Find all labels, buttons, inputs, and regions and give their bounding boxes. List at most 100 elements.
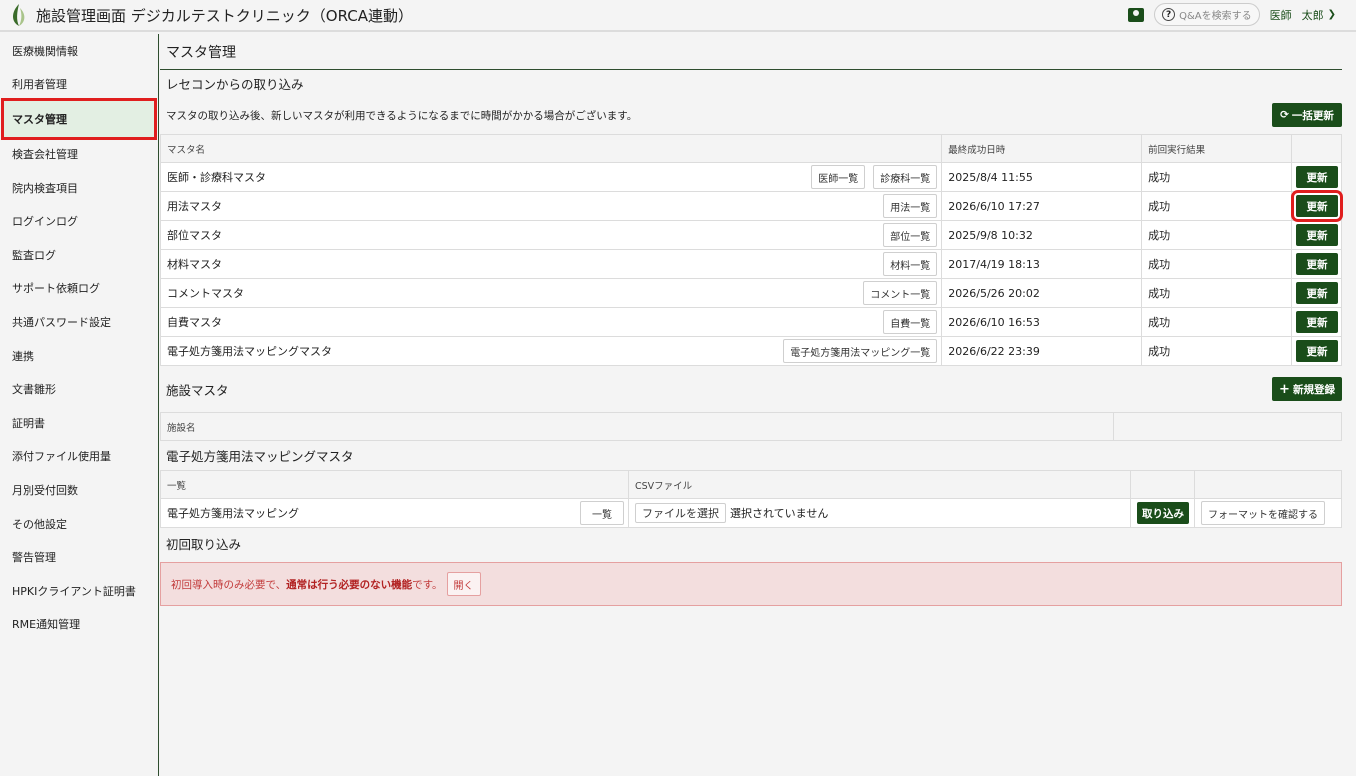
sidebar: 医療機関情報 利用者管理 マスタ管理 検査会社管理 院内検査項目 ログインログ 監査ログ サポ… bbox=[0, 34, 159, 776]
master-name-cell: 自費マスタ 自費一覧 bbox=[159, 307, 943, 337]
master-name: 電子処方箋用法マッピングマスタ bbox=[167, 345, 332, 358]
update-cell: 更新 bbox=[1290, 249, 1343, 279]
initial-import-heading: 初回取り込み bbox=[166, 536, 242, 552]
last-success-date: 2025/9/8 10:32 bbox=[941, 220, 1143, 250]
master-name-cell: 電子処方箋用法マッピングマスタ 電子処方箋用法マッピング一覧 bbox=[159, 336, 943, 366]
last-result: 成功 bbox=[1141, 249, 1292, 279]
col-list: 一覧 bbox=[160, 470, 629, 499]
mapping-list-button[interactable]: 一覧 bbox=[580, 501, 624, 525]
col-action bbox=[1290, 134, 1343, 163]
sidebar-item[interactable]: 警告管理 bbox=[0, 540, 158, 574]
qa-search-button[interactable]: ? Q&Aを検索する bbox=[1154, 3, 1260, 26]
list-button[interactable]: 材料一覧 bbox=[883, 252, 938, 276]
table-row: 用法マスタ 用法一覧 2026/6/10 17:27 成功 更新 bbox=[159, 190, 1343, 222]
sidebar-item[interactable]: 文書雛形 bbox=[0, 372, 158, 406]
master-name: 医師・診療科マスタ bbox=[167, 171, 266, 184]
update-cell: 更新 bbox=[1290, 278, 1343, 308]
last-success-date: 2017/4/19 18:13 bbox=[941, 249, 1143, 279]
mapping-row-name: 電子処方箋用法マッピング bbox=[167, 507, 299, 520]
update-cell: 更新 bbox=[1290, 307, 1343, 337]
master-table: マスタ名 最終成功日時 前回実行結果 医師・診療科マスタ 医師一覧 診療科一覧 202… bbox=[159, 134, 1343, 366]
list-button[interactable]: コメント一覧 bbox=[863, 281, 938, 305]
master-name: 材料マスタ bbox=[167, 258, 222, 271]
sidebar-item[interactable]: 証明書 bbox=[0, 406, 158, 440]
update-button[interactable]: 更新 bbox=[1290, 190, 1343, 222]
open-button[interactable]: 開く bbox=[446, 572, 481, 596]
sidebar-item[interactable]: HPKIクライアント証明書 bbox=[0, 574, 158, 608]
list-button[interactable]: 自費一覧 bbox=[883, 310, 938, 334]
list-button[interactable]: 用法一覧 bbox=[883, 194, 938, 218]
user-name: 太郎 bbox=[1301, 8, 1324, 22]
update-cell: 更新 bbox=[1290, 162, 1343, 192]
col-import bbox=[1130, 470, 1195, 499]
app-title: 施設管理画面 デジカルテストクリニック（ORCA連動） bbox=[36, 6, 413, 25]
list-button[interactable]: 電子処方箋用法マッピング一覧 bbox=[783, 339, 938, 363]
file-select-button[interactable]: ファイルを選択 bbox=[635, 503, 726, 523]
update-button[interactable]: 更新 bbox=[1295, 311, 1338, 333]
question-icon: ? bbox=[1162, 8, 1176, 21]
sidebar-item[interactable]: 連携 bbox=[0, 339, 158, 373]
alert-text-post: です。 bbox=[412, 578, 443, 591]
plus-icon: + bbox=[1279, 381, 1290, 397]
last-success-date: 2026/6/10 16:53 bbox=[941, 307, 1143, 337]
new-register-label: 新規登録 bbox=[1292, 383, 1335, 396]
refresh-icon: ⟳ bbox=[1280, 109, 1289, 121]
sidebar-item[interactable]: 医療機関情報 bbox=[0, 34, 158, 68]
master-name-cell: 部位マスタ 部位一覧 bbox=[159, 220, 943, 250]
sidebar-item[interactable]: 添付ファイル使用量 bbox=[0, 440, 158, 474]
chevron-down-icon: ❯ bbox=[1327, 9, 1336, 20]
sidebar-item[interactable]: 月別受付回数 bbox=[0, 473, 158, 507]
list-button[interactable]: 医師一覧 bbox=[811, 165, 866, 189]
leaf-logo-icon bbox=[13, 4, 25, 26]
main-content: マスタ管理 レセコンからの取り込み マスタの取り込み後、新しいマスタが利用できる… bbox=[159, 34, 1343, 606]
sidebar-item[interactable]: マスタ管理 bbox=[1, 98, 157, 141]
sidebar-item[interactable]: ログインログ bbox=[0, 204, 158, 238]
table-row: 電子処方箋用法マッピングマスタ 電子処方箋用法マッピング一覧 2026/6/22 2… bbox=[159, 336, 1343, 366]
facility-master-heading: 施設マスタ bbox=[166, 382, 229, 398]
id-card-icon[interactable] bbox=[1128, 7, 1145, 22]
col-facility-empty bbox=[1113, 412, 1342, 441]
update-button[interactable]: 更新 bbox=[1295, 224, 1338, 246]
page-title: マスタ管理 bbox=[160, 34, 1342, 70]
table-row: 医師・診療科マスタ 医師一覧 診療科一覧 2025/8/4 11:55 成功 更新 bbox=[159, 162, 1343, 192]
sidebar-item[interactable]: サポート依頼ログ bbox=[0, 272, 158, 306]
check-format-button[interactable]: フォーマットを確認する bbox=[1201, 501, 1325, 525]
new-register-button[interactable]: + 新規登録 bbox=[1272, 377, 1342, 401]
facility-table: 施設名 bbox=[160, 412, 1342, 441]
list-button[interactable]: 診療科一覧 bbox=[873, 165, 938, 189]
sidebar-item[interactable]: RME通知管理 bbox=[0, 608, 158, 642]
sidebar-item[interactable]: その他設定 bbox=[0, 507, 158, 541]
table-row: 部位マスタ 部位一覧 2025/9/8 10:32 成功 更新 bbox=[159, 220, 1343, 250]
col-format bbox=[1194, 470, 1342, 499]
alert-text-pre: 初回導入時のみ必要で、 bbox=[171, 578, 287, 591]
master-name-cell: コメントマスタ コメント一覧 bbox=[159, 278, 943, 308]
sidebar-item[interactable]: 院内検査項目 bbox=[0, 171, 158, 205]
list-button[interactable]: 部位一覧 bbox=[883, 223, 938, 247]
update-button[interactable]: 更新 bbox=[1295, 282, 1338, 304]
user-menu[interactable]: 太郎 ❯ bbox=[1302, 7, 1336, 23]
master-name: コメントマスタ bbox=[167, 287, 244, 300]
update-button[interactable]: 更新 bbox=[1295, 340, 1338, 362]
update-cell: 更新 bbox=[1290, 336, 1343, 366]
master-name: 部位マスタ bbox=[167, 229, 222, 242]
last-success-date: 2025/8/4 11:55 bbox=[941, 162, 1143, 192]
sidebar-item[interactable]: 利用者管理 bbox=[0, 68, 158, 102]
col-csv: CSVファイル bbox=[628, 470, 1131, 499]
sidebar-item[interactable]: 検査会社管理 bbox=[0, 137, 158, 171]
initial-import-alert: 初回導入時のみ必要で、 通常は行う必要のない機能 です。 開く bbox=[160, 562, 1342, 606]
update-button[interactable]: 更新 bbox=[1295, 166, 1338, 188]
bulk-update-label: 一括更新 bbox=[1291, 109, 1334, 122]
import-button[interactable]: 取り込み bbox=[1137, 502, 1189, 524]
format-cell: フォーマットを確認する bbox=[1194, 498, 1342, 528]
sidebar-item[interactable]: 監査ログ bbox=[0, 238, 158, 272]
col-master-name: マスタ名 bbox=[159, 134, 943, 163]
last-result: 成功 bbox=[1141, 220, 1292, 250]
import-cell: 取り込み bbox=[1130, 498, 1195, 528]
mapping-table: 一覧 CSVファイル 電子処方箋用法マッピング 一覧 ファイルを選択 選択されて… bbox=[160, 470, 1342, 528]
mapping-row-name-cell: 電子処方箋用法マッピング 一覧 bbox=[160, 498, 629, 528]
last-success-date: 2026/6/10 17:27 bbox=[941, 191, 1143, 221]
update-cell: 更新 bbox=[1290, 220, 1343, 250]
bulk-update-button[interactable]: ⟳ 一括更新 bbox=[1272, 103, 1342, 127]
update-button[interactable]: 更新 bbox=[1295, 253, 1338, 275]
sidebar-item[interactable]: 共通パスワード設定 bbox=[0, 305, 158, 339]
